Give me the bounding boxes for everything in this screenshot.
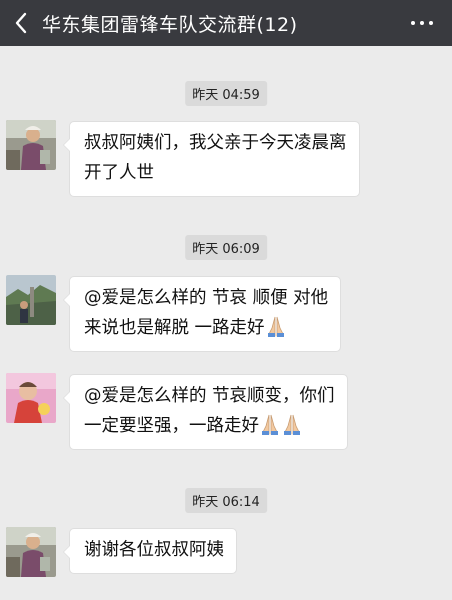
avatar[interactable] <box>6 120 56 170</box>
back-button[interactable] <box>0 0 42 46</box>
timestamp: 昨天 06:14 <box>185 488 267 513</box>
avatar[interactable] <box>6 275 56 325</box>
avatar-photo <box>6 275 56 325</box>
timestamp: 昨天 06:09 <box>185 235 267 260</box>
message-bubble[interactable]: @爱是怎么样的 节哀顺变，你们 一定要坚强，一路走好 <box>63 374 348 450</box>
folded-hands-icon <box>267 316 284 337</box>
avatar-photo <box>6 527 56 577</box>
folded-hands-icon <box>284 414 300 435</box>
folded-hands-icon <box>262 414 278 435</box>
avatar-photo <box>6 373 56 423</box>
message-bubble[interactable]: @爱是怎么样的 节哀 顺便 对他 来说也是解脱 一路走好 <box>62 276 342 352</box>
timestamp: 昨天 04:59 <box>185 81 267 106</box>
avatar-photo <box>6 120 56 170</box>
chat-header: 华东集团雷锋车队交流群(12) <box>0 0 452 46</box>
chat-title: 华东集团雷锋车队交流群(12) <box>42 13 298 36</box>
avatar[interactable] <box>6 373 56 423</box>
chevron-left-icon <box>15 12 27 34</box>
more-options-button[interactable] <box>404 0 440 46</box>
message-bubble[interactable]: 叔叔阿姨们，我父亲于今天凌晨离 开了人世 <box>63 121 360 197</box>
avatar[interactable] <box>6 527 56 577</box>
message-bubble[interactable]: 谢谢各位叔叔阿姨 <box>63 528 237 574</box>
more-dots-icon <box>411 21 415 25</box>
